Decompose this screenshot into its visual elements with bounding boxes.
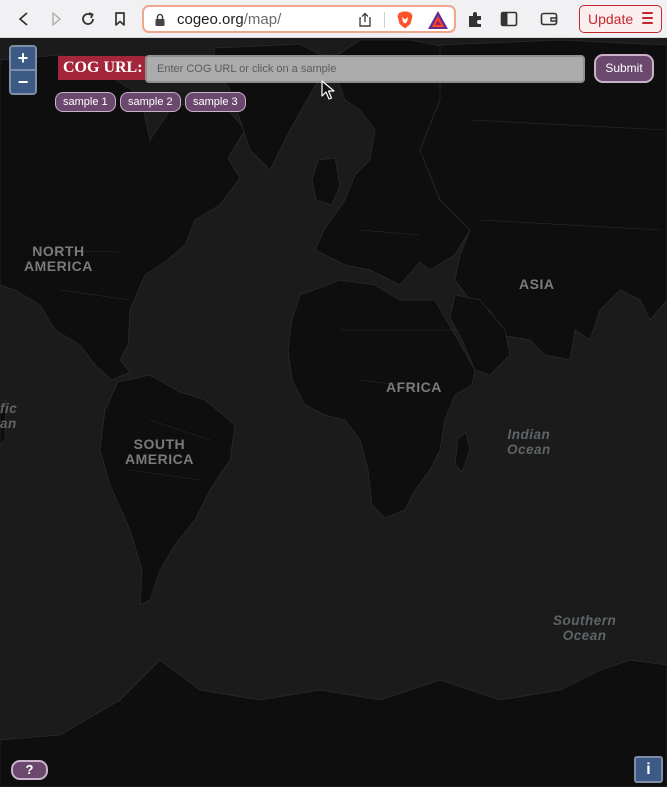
sample-2-button[interactable]: sample 2 xyxy=(120,92,181,112)
browser-toolbar: cogeo.org/map/ Update xyxy=(0,0,667,38)
label-southern-line2: Ocean xyxy=(562,627,607,643)
label-indian-line1: Indian xyxy=(507,427,551,442)
label-north-america-line2: AMERICA xyxy=(24,258,93,274)
label-pacific-line1: fic xyxy=(0,401,18,416)
sample-1-button[interactable]: sample 1 xyxy=(55,92,116,112)
cog-url-label: COG URL: xyxy=(58,56,148,80)
lock-icon xyxy=(155,13,165,26)
label-indian-line2: Ocean xyxy=(507,441,551,457)
world-basemap xyxy=(0,39,667,787)
label-north-america-line1: NORTH xyxy=(32,243,85,259)
help-button[interactable]: ? xyxy=(11,760,48,780)
label-southern-ocean: Southern Ocean xyxy=(553,613,617,643)
back-icon[interactable] xyxy=(13,8,35,30)
label-north-america: NORTH AMERICA xyxy=(24,244,93,274)
url-separator xyxy=(384,12,385,28)
label-indian-ocean: Indian Ocean xyxy=(507,427,551,457)
info-button[interactable]: i xyxy=(634,756,663,783)
reload-icon[interactable] xyxy=(77,8,99,30)
url-path: /map/ xyxy=(243,11,282,28)
map-canvas[interactable]: NORTH AMERICA SOUTH AMERICA AFRICA ASIA … xyxy=(0,39,667,787)
address-bar[interactable]: cogeo.org/map/ xyxy=(142,5,456,33)
menu-icon[interactable] xyxy=(642,12,653,25)
south-america-landmass xyxy=(99,374,236,606)
antarctica-landmass xyxy=(0,659,667,787)
cog-url-placeholder: Enter COG URL or click on a sample xyxy=(157,63,337,75)
british-isles-landmass xyxy=(311,157,341,206)
sidebar-icon[interactable] xyxy=(499,9,519,29)
label-south-america-line1: SOUTH xyxy=(133,436,186,452)
wallet-icon[interactable] xyxy=(539,9,559,29)
update-button[interactable]: Update xyxy=(579,5,662,33)
share-icon[interactable] xyxy=(357,12,373,28)
forward-icon[interactable] xyxy=(45,8,67,30)
url-text: cogeo.org/map/ xyxy=(177,11,281,28)
label-pacific-ocean: fic an xyxy=(0,401,18,431)
brave-rewards-icon[interactable] xyxy=(427,10,449,30)
zoom-out-button[interactable]: − xyxy=(11,71,35,93)
extensions-icon[interactable] xyxy=(466,9,486,29)
sample-3-button[interactable]: sample 3 xyxy=(185,92,246,112)
mouse-cursor-icon xyxy=(321,80,335,100)
label-pacific-line2: an xyxy=(0,415,17,431)
label-asia: ASIA xyxy=(519,276,555,292)
brave-shields-icon[interactable] xyxy=(395,10,415,30)
label-south-america: SOUTH AMERICA xyxy=(125,437,194,467)
madagascar-landmass xyxy=(454,431,471,473)
zoom-in-button[interactable]: + xyxy=(11,47,35,69)
url-domain: cogeo.org xyxy=(177,11,244,28)
zoom-control: + − xyxy=(9,45,37,95)
submit-button[interactable]: Submit xyxy=(594,54,654,83)
cog-url-input[interactable]: Enter COG URL or click on a sample xyxy=(145,55,585,83)
label-southern-line1: Southern xyxy=(553,613,617,628)
bookmark-icon[interactable] xyxy=(109,8,131,30)
label-africa: AFRICA xyxy=(386,379,442,395)
label-south-america-line2: AMERICA xyxy=(125,451,194,467)
africa-landmass xyxy=(287,279,476,519)
update-label: Update xyxy=(588,11,634,27)
